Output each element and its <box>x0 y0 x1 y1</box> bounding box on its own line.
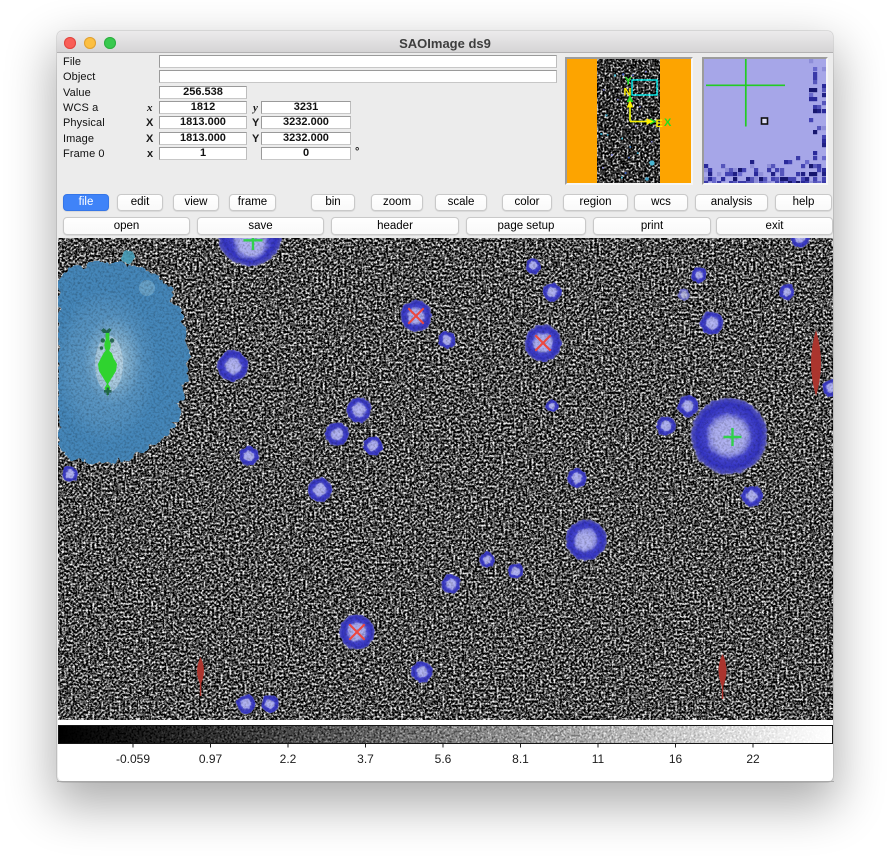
svg-text:X: X <box>664 117 672 129</box>
svg-text:N: N <box>624 87 632 99</box>
svg-text:E: E <box>656 118 663 130</box>
